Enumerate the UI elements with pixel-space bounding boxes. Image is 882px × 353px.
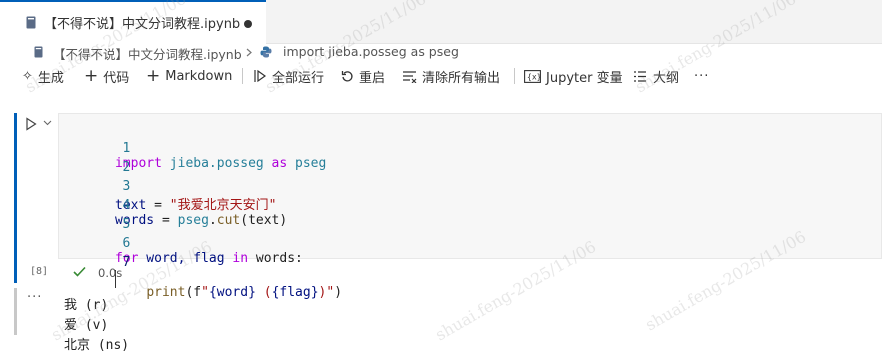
add-code-button[interactable]: + 代码 [84, 66, 129, 86]
line-number: 6 [122, 236, 131, 251]
plus-icon: + [84, 66, 99, 86]
tab-title: 【不得不说】中文分词教程.ipynb [44, 17, 241, 32]
variables-icon: {x} [524, 69, 541, 83]
code-line: 3 text = "我爱北京天安门" [59, 164, 276, 213]
run-cell-icon[interactable] [25, 117, 37, 131]
code-line: 4 words = pseg.cut(text) [59, 183, 287, 228]
code-line: 1 import jieba.posseg as pseg [59, 126, 326, 171]
notebook-toolbar: ✧ 生成 + 代码 + Markdown 全部运行 重启 清除所有输出 {x} … [0, 63, 882, 89]
python-icon [260, 46, 272, 58]
clear-outputs-label: 清除所有输出 [422, 70, 501, 86]
generate-button[interactable]: ✧ 生成 [22, 66, 64, 86]
line-number: 4 [122, 198, 131, 213]
run-all-icon [254, 69, 267, 83]
run-all-button[interactable]: 全部运行 [253, 66, 324, 86]
svg-text:{x}: {x} [527, 72, 541, 81]
restart-icon [341, 70, 353, 81]
success-check-icon [73, 266, 86, 277]
outline-button[interactable]: 大纲 [633, 66, 679, 86]
outline-label: 大纲 [653, 70, 680, 86]
execution-count: [8] [30, 266, 49, 277]
tab-bar: 【不得不说】中文分词教程.ipynb [0, 0, 882, 44]
output-bar [14, 288, 17, 335]
toolbar-divider [514, 68, 515, 84]
line-number: 5 [122, 217, 131, 232]
generate-label: 生成 [37, 70, 64, 86]
notebook-icon [34, 46, 43, 58]
line-number: 1 [122, 141, 131, 156]
chevron-right-icon [246, 48, 252, 57]
code-line: 2 [59, 145, 130, 175]
output-more-button[interactable]: ··· [27, 290, 42, 305]
add-markdown-label: Markdown [165, 68, 233, 84]
line-number: 3 [122, 179, 131, 194]
outline-icon [634, 70, 646, 82]
cell-focus-bar [14, 113, 17, 283]
restart-label: 重启 [359, 70, 386, 86]
more-actions-button[interactable]: ··· [694, 66, 709, 86]
line-number: 2 [122, 160, 131, 175]
jupyter-variables-label: Jupyter 变量 [546, 70, 623, 86]
output-line: 我 (r) [64, 298, 109, 313]
chevron-down-icon[interactable] [43, 120, 52, 126]
breadcrumb: 【不得不说】中文分词教程.ipynb import jieba.posseg a… [0, 43, 882, 63]
plus-icon: + [146, 66, 161, 86]
output-line: 北京 (ns) [64, 338, 130, 353]
jupyter-variables-button[interactable]: {x} Jupyter 变量 [524, 66, 623, 86]
tab-notebook[interactable]: 【不得不说】中文分词教程.ipynb [0, 0, 266, 44]
execution-duration: 0.0s [98, 266, 123, 280]
unsaved-dot-icon[interactable] [244, 20, 252, 28]
add-code-label: 代码 [103, 70, 130, 86]
breadcrumb-symbol[interactable]: import jieba.posseg as pseg [283, 44, 459, 59]
notebook-icon [26, 16, 36, 29]
clear-all-icon [403, 70, 417, 83]
toolbar-divider [242, 68, 243, 84]
run-all-label: 全部运行 [272, 70, 325, 86]
breadcrumb-file[interactable]: 【不得不说】中文分词教程.ipynb [53, 44, 242, 63]
clear-outputs-button[interactable]: 清除所有输出 [402, 66, 500, 86]
output-line: 爱 (v) [64, 318, 109, 333]
code-line: 5 [59, 202, 130, 232]
code-editor[interactable]: 1 import jieba.posseg as pseg 2 3 text =… [58, 113, 882, 300]
restart-button[interactable]: 重启 [341, 66, 385, 86]
sparkle-icon: ✧ [22, 68, 33, 84]
code-line: 7 print(f"{word} ({flag})") [59, 240, 342, 300]
add-markdown-button[interactable]: + Markdown [146, 66, 232, 86]
code-line: 6 for word, flag in words: [59, 221, 303, 266]
